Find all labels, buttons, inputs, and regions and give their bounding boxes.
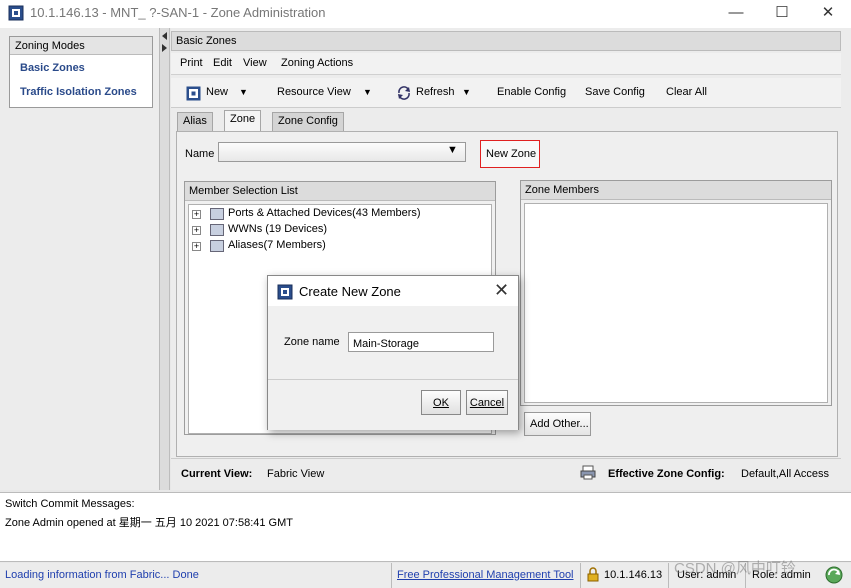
- watermark: CSDN @风中叮铃: [674, 560, 796, 577]
- zoning-modes-header: Zoning Modes: [10, 37, 152, 55]
- expand-icon[interactable]: +: [192, 210, 201, 219]
- resource-view-button[interactable]: Resource View: [277, 86, 351, 98]
- left-panel: Zoning Modes Basic Zones Traffic Isolati…: [0, 28, 160, 518]
- basic-zones-header: Basic Zones: [171, 31, 841, 51]
- wwn-icon: [210, 224, 224, 236]
- view-status-bar: Current View: Fabric View Effective Zone…: [171, 458, 841, 486]
- zone-name-label: Zone name: [284, 336, 340, 348]
- zone-members-list[interactable]: [524, 203, 828, 403]
- bottom-status-bar: Loading information from Fabric... Done …: [0, 560, 851, 588]
- window-title: 10.1.146.13 - MNT_ ?-SAN-1 - Zone Admini…: [30, 5, 326, 20]
- current-view-label: Current View:: [181, 468, 253, 480]
- enable-config-button[interactable]: Enable Config: [497, 86, 566, 98]
- create-new-zone-dialog: Create New Zone ✕ Zone name OK Cancel: [267, 275, 519, 430]
- management-tool-link[interactable]: Free Professional Management Tool: [397, 569, 574, 581]
- refresh-status-icon[interactable]: [824, 565, 844, 585]
- lock-icon: [587, 567, 599, 582]
- effective-zone-value: Default,All Access: [741, 468, 830, 480]
- toolbar: New ▼ Resource View ▼ Refresh ▼ Enable C…: [171, 78, 841, 108]
- nav-traffic-isolation-zones[interactable]: Traffic Isolation Zones: [20, 86, 137, 98]
- add-other-button[interactable]: Add Other...: [524, 412, 591, 436]
- chevron-down-icon[interactable]: ▼: [447, 144, 458, 156]
- new-dropdown-icon[interactable]: ▼: [239, 87, 248, 97]
- tab-zone-config[interactable]: Zone Config: [272, 112, 344, 131]
- menu-view[interactable]: View: [243, 57, 267, 69]
- name-label: Name: [185, 148, 215, 160]
- ports-icon: [210, 208, 224, 220]
- zone-name-input[interactable]: [348, 332, 494, 352]
- panel-splitter[interactable]: [160, 28, 170, 490]
- zone-members-panel: Zone Members: [520, 180, 832, 406]
- menu-zoning-actions[interactable]: Zoning Actions: [281, 57, 353, 69]
- effective-zone-label: Effective Zone Config:: [608, 468, 725, 480]
- clear-all-button[interactable]: Clear All: [666, 86, 707, 98]
- menu-bar: Print Edit View Zoning Actions: [171, 53, 841, 75]
- current-view-value: Fabric View: [267, 468, 325, 480]
- new-button[interactable]: New: [206, 86, 228, 98]
- app-icon: [8, 5, 24, 21]
- window-title-bar: 10.1.146.13 - MNT_ ?-SAN-1 - Zone Admini…: [0, 0, 851, 28]
- nav-basic-zones[interactable]: Basic Zones: [20, 62, 85, 74]
- loading-status: Loading information from Fabric... Done: [5, 569, 199, 581]
- member-selection-title: Member Selection List: [185, 182, 495, 201]
- commit-messages-area: Switch Commit Messages: Zone Admin opene…: [0, 492, 851, 562]
- tab-alias[interactable]: Alias: [177, 112, 213, 131]
- maximize-button[interactable]: ☐: [759, 0, 805, 28]
- expand-right-icon[interactable]: [162, 44, 168, 52]
- switch-ip: 10.1.146.13: [604, 569, 663, 581]
- refresh-dropdown-icon[interactable]: ▼: [462, 87, 471, 97]
- resource-view-dropdown-icon[interactable]: ▼: [363, 87, 372, 97]
- tab-zone[interactable]: Zone: [224, 110, 262, 131]
- refresh-button[interactable]: Refresh: [416, 86, 455, 98]
- tree-row-ports[interactable]: + Ports & Attached Devices(43 Members): [192, 207, 482, 223]
- tree-row-aliases[interactable]: + Aliases(7 Members): [192, 239, 482, 255]
- alias-icon: [210, 240, 224, 252]
- dialog-title: Create New Zone: [299, 284, 401, 299]
- close-button[interactable]: ✕: [805, 0, 851, 28]
- save-config-button[interactable]: Save Config: [585, 86, 645, 98]
- dialog-app-icon: [277, 284, 293, 300]
- close-icon[interactable]: ✕: [494, 280, 509, 301]
- cancel-button[interactable]: Cancel: [466, 390, 508, 415]
- ok-button[interactable]: OK: [421, 390, 461, 415]
- tree-row-wwns[interactable]: + WWNs (19 Devices): [192, 223, 482, 239]
- new-icon: [186, 86, 201, 101]
- expand-icon[interactable]: +: [192, 242, 201, 251]
- new-zone-button[interactable]: New Zone: [480, 140, 540, 168]
- collapse-left-icon[interactable]: [162, 32, 168, 40]
- zoning-modes-box: Zoning Modes Basic Zones Traffic Isolati…: [9, 36, 153, 108]
- minimize-button[interactable]: —: [713, 0, 759, 28]
- zone-members-title: Zone Members: [521, 181, 831, 200]
- zone-name-combobox[interactable]: [218, 142, 466, 162]
- expand-icon[interactable]: +: [192, 226, 201, 235]
- commit-messages-header: Switch Commit Messages:: [5, 498, 135, 510]
- menu-print[interactable]: Print: [180, 57, 203, 69]
- menu-edit[interactable]: Edit: [213, 57, 232, 69]
- refresh-icon: [398, 86, 410, 100]
- printer-icon[interactable]: [580, 465, 596, 480]
- commit-message-line: Zone Admin opened at 星期一 五月 10 2021 07:5…: [5, 517, 293, 529]
